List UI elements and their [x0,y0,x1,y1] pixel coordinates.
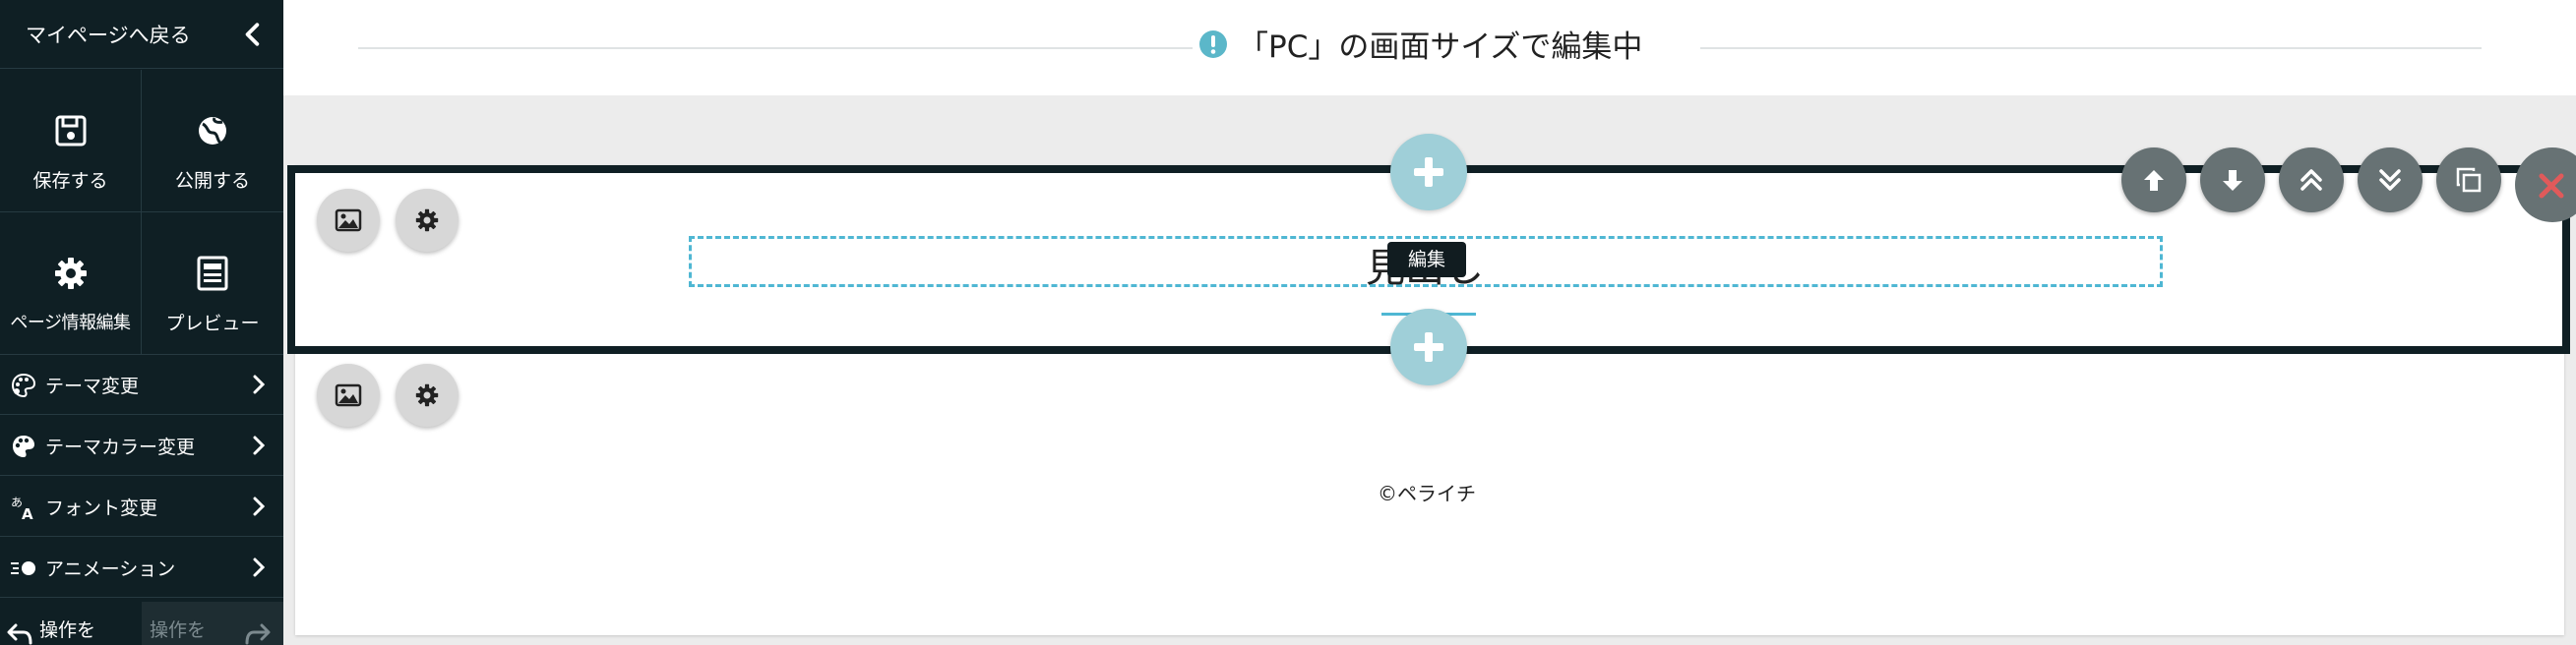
image-icon [335,383,362,407]
copyright-text: ©ペライチ [1378,482,1476,505]
gear-icon [415,208,439,232]
redo-button[interactable]: 操作を [142,602,283,645]
svg-text:A: A [22,505,33,521]
gear-icon [54,258,87,289]
close-icon [2539,173,2564,199]
section-background-image-button[interactable] [317,189,380,252]
save-icon [55,115,86,147]
preview-icon [197,256,228,291]
banner-divider-left [358,47,1193,49]
redo-icon [245,623,271,645]
undo-label: 操作を [39,619,96,641]
font-change-menu-item[interactable]: あ A フォント変更 [0,476,283,537]
chevron-left-icon [245,23,260,46]
move-down-button[interactable] [2200,147,2265,212]
image-icon [335,208,362,232]
arrow-up-icon [2144,170,2164,191]
chevron-right-icon [253,497,266,516]
undo-icon [7,623,32,645]
back-to-mypage-button[interactable]: マイページへ戻る [0,0,283,69]
back-to-mypage-label: マイページへ戻る [26,24,191,47]
theme-color-change-label: テーマカラー変更 [45,437,196,458]
duplicate-button[interactable] [2436,147,2501,212]
publish-button[interactable]: 公開する [142,70,283,212]
redo-label: 操作を [150,619,207,641]
page-info-edit-label: ページ情報編集 [10,313,131,333]
move-to-bottom-button[interactable] [2358,147,2423,212]
arrow-down-icon [2223,170,2242,191]
animation-menu-item[interactable]: アニメーション [0,537,283,598]
gear-icon [415,383,439,407]
banner-message: 「PC」の画面サイズで編集中 [1198,22,1642,66]
add-section-above-button[interactable] [1390,134,1467,210]
chevron-right-icon [253,557,266,577]
move-to-top-button[interactable] [2279,147,2344,212]
animation-label: アニメーション [45,558,176,580]
chevron-right-icon [253,436,266,455]
editor-sidebar: マイページへ戻る 保存する 公開する ページ情報編集 プレビュー テーマ変更 テ… [0,0,283,645]
animation-icon [11,561,35,575]
save-button[interactable]: 保存する [0,70,142,212]
footer-background-image-button[interactable] [317,364,380,427]
undo-button[interactable]: 操作を [0,602,142,645]
section-settings-button[interactable] [396,189,459,252]
publish-label: 公開する [174,170,250,192]
footer-settings-button[interactable] [396,364,459,427]
move-up-button[interactable] [2121,147,2186,212]
preview-label: プレビュー [165,313,260,334]
color-palette-icon [13,436,34,457]
globe-icon [199,117,226,145]
screen-size-banner: 「PC」の画面サイズで編集中 [283,0,2576,95]
preview-button[interactable]: プレビュー [142,212,283,355]
plus-icon [1414,157,1443,187]
plus-icon [1414,332,1443,362]
font-change-label: フォント変更 [45,498,158,519]
chevron-right-icon [253,375,266,394]
theme-change-label: テーマ変更 [45,376,140,397]
page-info-edit-button[interactable]: ページ情報編集 [0,212,142,355]
edit-tooltip[interactable]: 編集 [1387,242,1466,277]
exclamation-circle-icon [1199,29,1227,58]
theme-change-menu-item[interactable]: テーマ変更 [0,354,283,415]
banner-text: 「PC」の画面サイズで編集中 [1238,29,1643,65]
banner-divider-right [1700,47,2482,49]
theme-color-change-menu-item[interactable]: テーマカラー変更 [0,415,283,476]
save-label: 保存する [32,170,108,192]
double-chevron-down-icon [2379,169,2401,191]
palette-icon [11,373,36,398]
double-chevron-up-icon [2300,169,2322,191]
add-section-below-button[interactable] [1390,309,1467,385]
font-icon: あ A [11,496,33,521]
copy-icon [2456,167,2482,193]
